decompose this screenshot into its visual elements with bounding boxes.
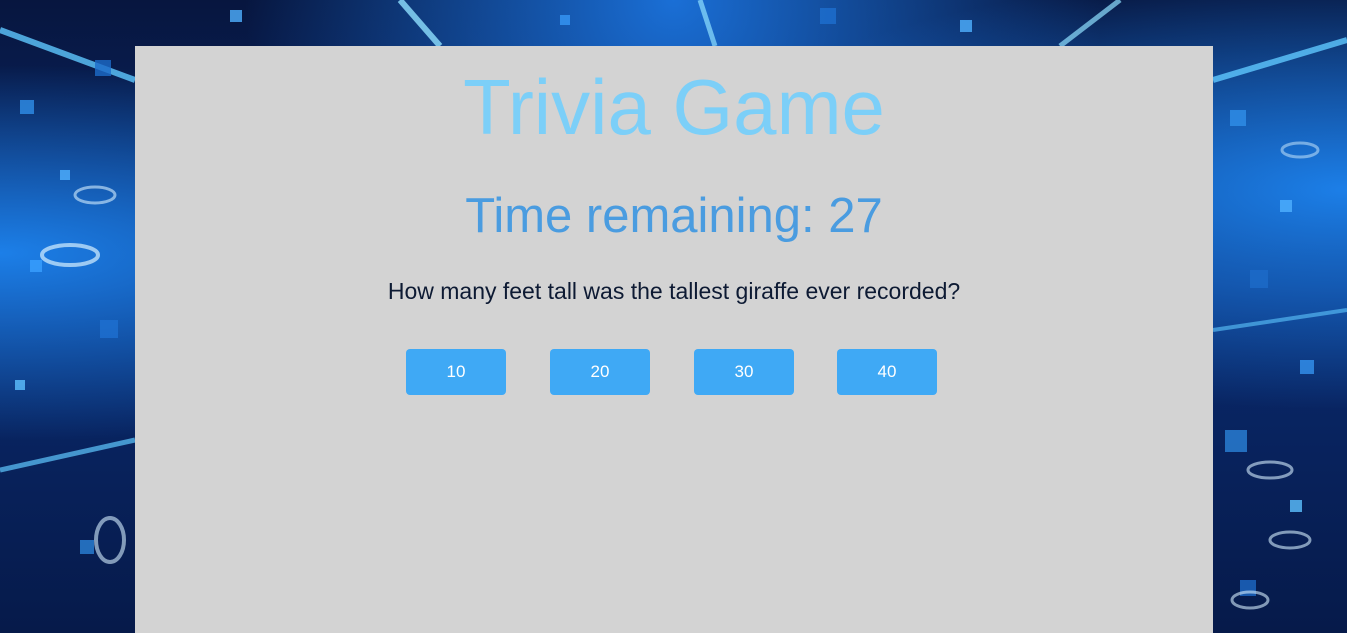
answer-button-2[interactable]: 20 — [550, 349, 650, 395]
answer-options: 10 20 30 40 — [135, 349, 1213, 395]
time-remaining-label: Time remaining: 27 — [465, 189, 883, 243]
answer-button-3[interactable]: 30 — [694, 349, 794, 395]
answer-button-4[interactable]: 40 — [837, 349, 937, 395]
trivia-panel: Trivia Game Time remaining: 27 How many … — [135, 46, 1213, 633]
answer-button-1[interactable]: 10 — [406, 349, 506, 395]
page-title: Trivia Game — [463, 63, 885, 151]
question-text: How many feet tall was the tallest giraf… — [387, 278, 961, 304]
